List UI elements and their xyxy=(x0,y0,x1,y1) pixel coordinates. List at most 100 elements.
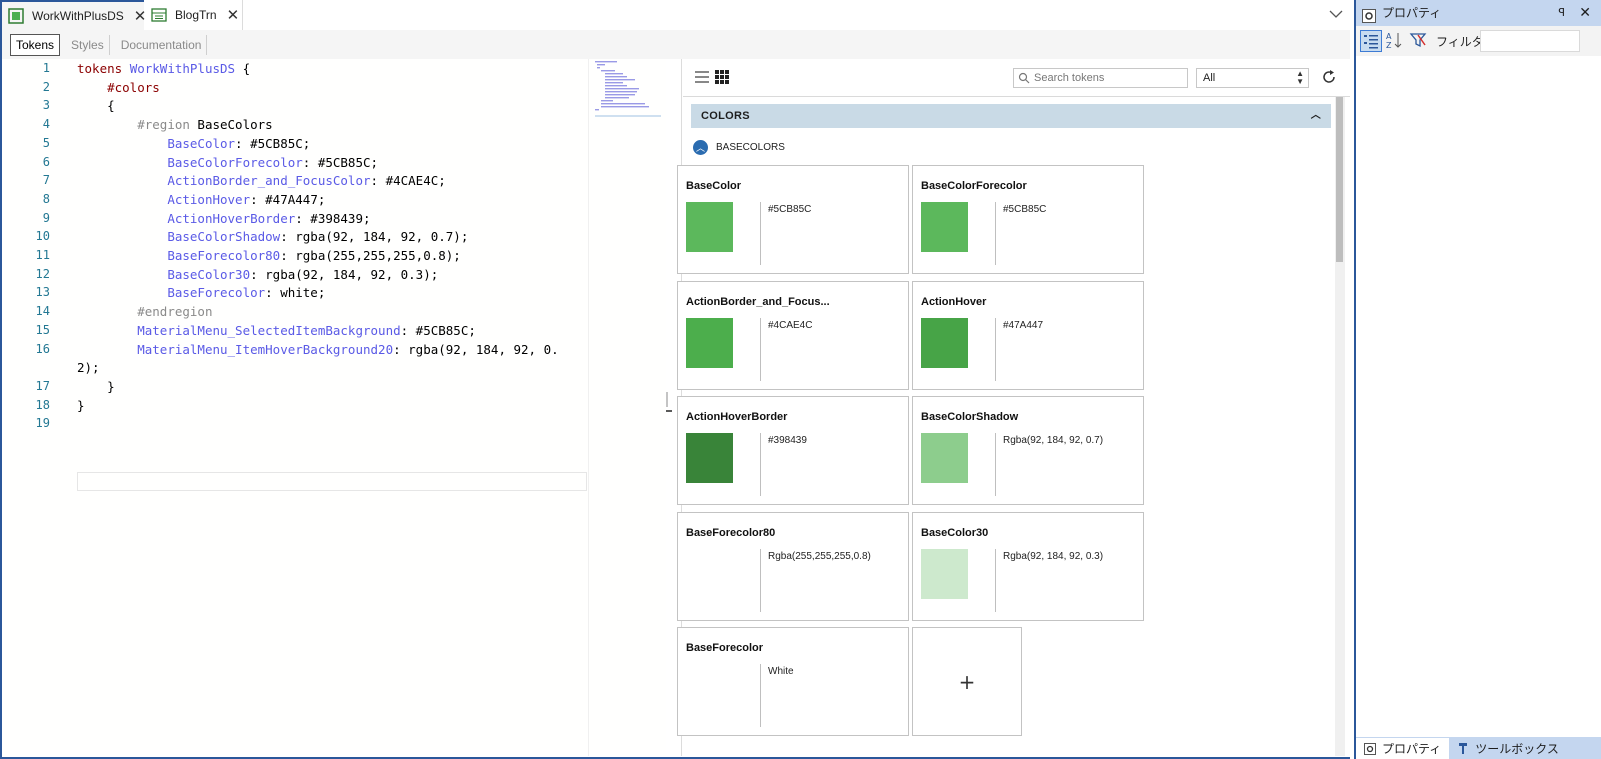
token-card[interactable]: BaseForecolor80 Rgba(255,255,255,0.8) xyxy=(677,512,909,621)
code-token: : #398439; xyxy=(295,210,371,226)
line-number: 16 xyxy=(35,341,50,356)
divider xyxy=(760,549,761,612)
pin-icon[interactable]: ꟼ xyxy=(1558,0,1565,26)
code-line: tokens WorkWithPlusDS { xyxy=(77,59,250,78)
token-card[interactable]: BaseColorForecolor #5CB85C xyxy=(912,165,1144,274)
token-name: BaseColorShadow xyxy=(921,411,1019,423)
line-number: 8 xyxy=(42,191,50,206)
properties-pane: プロパティ ꟼ ✕ AZ フィルタ プロパティ ツールボックス xyxy=(1354,0,1601,759)
code-token: : #47A447; xyxy=(250,191,326,207)
color-swatch xyxy=(921,202,968,252)
filter-label: フィルタ xyxy=(1436,35,1484,49)
code-line: #endregion xyxy=(77,302,212,321)
token-card[interactable]: BaseColor #5CB85C xyxy=(677,165,909,274)
document-tab-bar: WorkWithPlusDS ✕ BlogTrn ✕ xyxy=(2,0,1350,30)
group-title: BASECOLORS xyxy=(716,141,785,153)
token-card[interactable]: ActionHoverBorder #398439 xyxy=(677,396,909,505)
tab-label: プロパティ xyxy=(1382,742,1442,756)
token-value: #4CAE4C xyxy=(768,320,813,331)
chevron-down-icon[interactable] xyxy=(1328,6,1344,22)
token-name: ActionBorder_and_Focus... xyxy=(686,296,830,308)
code-token: ActionHoverBorder xyxy=(167,210,296,226)
code-token: : rgba(92, 184, 92, 0. xyxy=(393,341,559,357)
code-token: BaseColors xyxy=(189,117,273,133)
token-card[interactable]: ActionBorder_and_Focus... #4CAE4C xyxy=(677,281,909,390)
code-token: : rgba(255,255,255,0.8); xyxy=(280,248,461,263)
tab-workwithplusds[interactable]: WorkWithPlusDS ✕ xyxy=(2,0,146,30)
sort-alphabetical-icon[interactable]: AZ xyxy=(1384,30,1406,52)
tab-properties[interactable]: プロパティ xyxy=(1356,737,1450,759)
divider xyxy=(760,318,761,381)
colors-section-header[interactable]: COLORS ︿ xyxy=(691,104,1331,128)
search-icon xyxy=(1018,72,1030,84)
filter-icon[interactable] xyxy=(1408,30,1430,52)
color-swatch xyxy=(686,549,733,599)
subtab-documentation[interactable]: Documentation xyxy=(116,34,208,55)
code-line: } xyxy=(77,377,115,396)
close-icon[interactable]: ✕ xyxy=(1579,0,1591,26)
code-token: } xyxy=(77,378,115,394)
collapse-icon[interactable]: ︿ xyxy=(1311,104,1321,128)
list-view-icon[interactable] xyxy=(695,70,709,84)
token-name: BaseColor xyxy=(686,180,742,192)
line-number: 1 xyxy=(42,61,50,75)
code-token: ActionHover xyxy=(167,191,251,207)
token-card[interactable]: BaseColor30 Rgba(92, 184, 92, 0.3) xyxy=(912,512,1144,621)
code-line: BaseColorForecolor: #5CB85C; xyxy=(77,153,378,172)
code-token: { xyxy=(235,61,251,76)
code-editor[interactable]: 1 2 3 4 5 6 7 8 9 10 11 12 13 14 15 16 17 18 19 tokens Wor… xyxy=(2,59,588,756)
select-value: All xyxy=(1203,72,1216,84)
code-token: MaterialMenu_SelectedItemBackground xyxy=(137,322,401,338)
code-token: tokens xyxy=(77,61,130,76)
scrollbar-thumb[interactable] xyxy=(1336,97,1343,262)
refresh-icon[interactable] xyxy=(1319,67,1339,87)
code-token: 2); xyxy=(77,360,100,376)
filter-input[interactable] xyxy=(1480,30,1580,52)
basecolors-group[interactable]: ︿ BASECOLORS xyxy=(693,139,785,155)
code-line: ActionHover: #47A447; xyxy=(77,190,325,209)
color-swatch xyxy=(686,664,733,714)
code-line: BaseColor: #5CB85C; xyxy=(77,134,310,153)
token-card[interactable]: BaseForecolor White xyxy=(677,627,909,736)
code-token: BaseColorShadow xyxy=(167,229,281,245)
code-token: BaseForecolor xyxy=(167,285,266,301)
search-placeholder: Search tokens xyxy=(1034,72,1105,84)
line-number: 12 xyxy=(35,266,50,281)
token-name: BaseColorForecolor xyxy=(921,180,1027,192)
search-tokens-input[interactable]: Search tokens xyxy=(1013,68,1188,88)
code-line: #region BaseColors xyxy=(77,115,273,134)
token-card[interactable]: BaseColorShadow Rgba(92, 184, 92, 0.7) xyxy=(912,396,1144,505)
token-name: BaseForecolor xyxy=(686,642,764,654)
line-number: 7 xyxy=(42,173,50,188)
line-number: 15 xyxy=(35,322,50,337)
token-type-select[interactable]: All ▲ ▼ xyxy=(1196,68,1309,88)
chevron-up-icon[interactable]: ︿ xyxy=(693,139,708,155)
grid-view-icon[interactable] xyxy=(715,70,729,84)
color-swatch xyxy=(921,318,968,368)
tokens-panel: Search tokens All ▲ ▼ COLORS ︿ ︿ BASECOLO… xyxy=(677,59,1350,756)
divider xyxy=(995,318,996,381)
close-icon[interactable]: ✕ xyxy=(227,8,240,23)
code-line: BaseForecolor: white; xyxy=(77,283,325,302)
token-card[interactable]: ActionHover #47A447 xyxy=(912,281,1144,390)
tab-toolbox[interactable]: ツールボックス xyxy=(1449,737,1567,759)
categorized-icon[interactable] xyxy=(1360,30,1382,52)
code-line: BaseForecolor80: rgba(255,255,255,0.8); xyxy=(77,246,461,265)
token-value: White xyxy=(768,666,794,677)
subtab-styles[interactable]: Styles xyxy=(66,34,110,55)
add-token-button[interactable]: + xyxy=(912,627,1022,736)
token-value: #47A447 xyxy=(1003,320,1044,331)
subtab-tokens[interactable]: Tokens xyxy=(10,33,61,56)
tokens-scrollbar[interactable] xyxy=(1335,97,1345,756)
properties-title-bar: プロパティ ꟼ ✕ xyxy=(1356,0,1601,26)
spin-arrows-icon: ▲ ▼ xyxy=(1296,69,1304,86)
code-minimap[interactable] xyxy=(588,59,678,756)
tab-blogtrn[interactable]: BlogTrn ✕ xyxy=(145,0,243,30)
